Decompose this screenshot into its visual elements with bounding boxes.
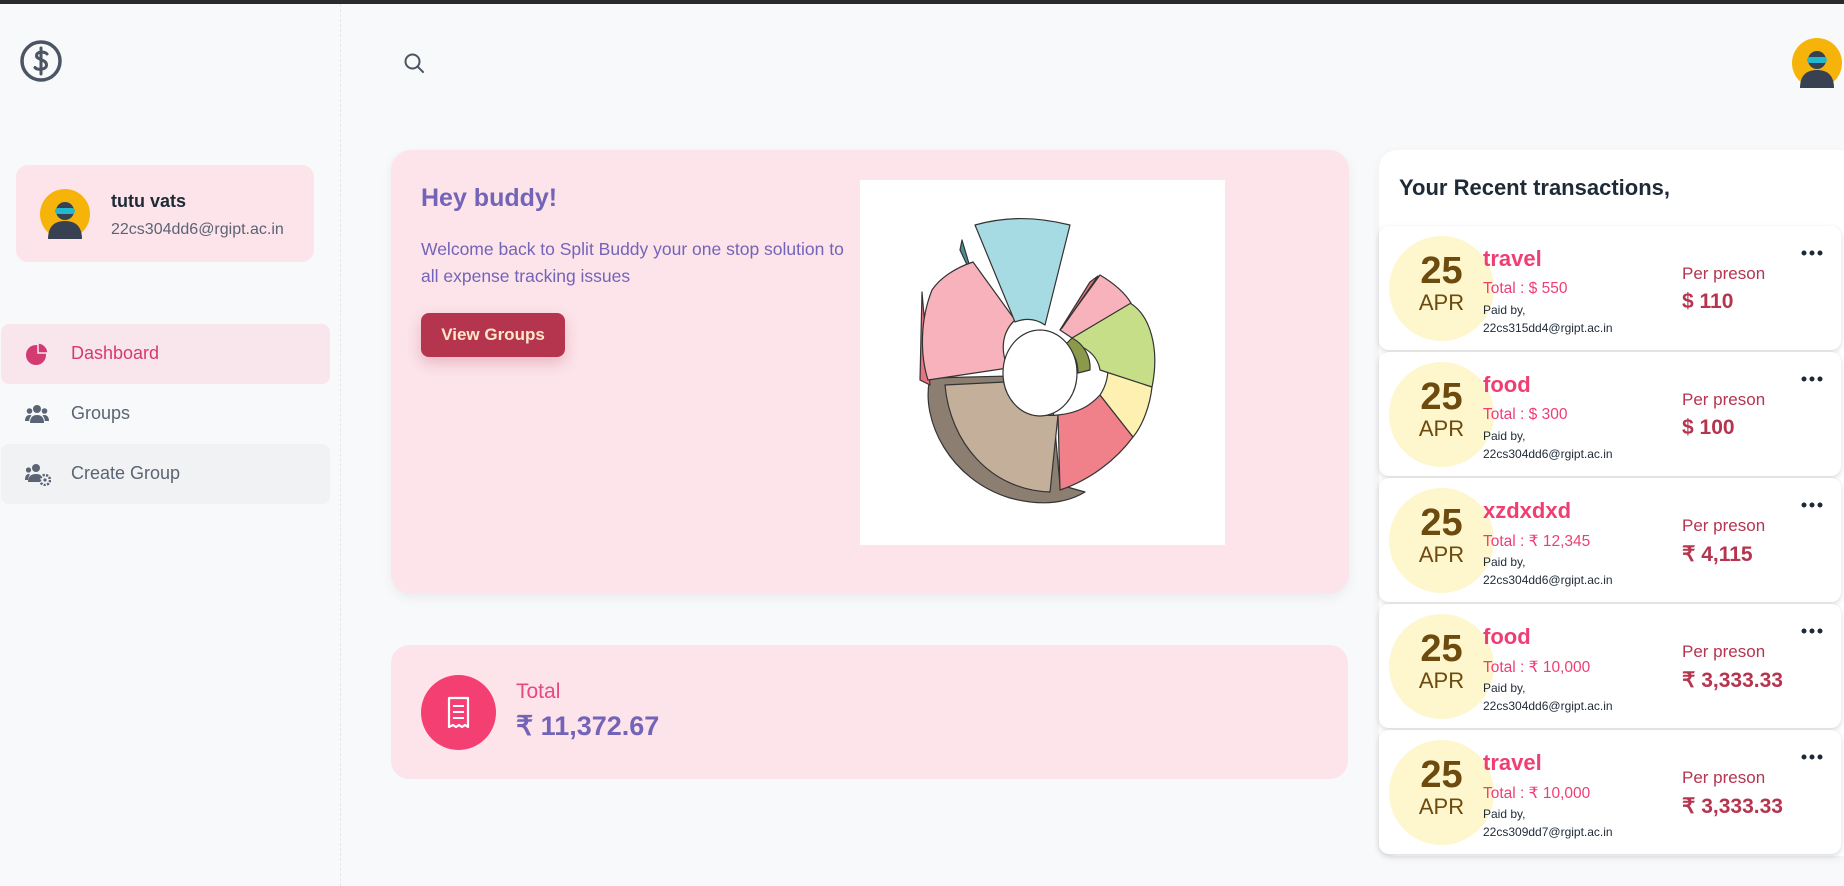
dollar-logo-icon[interactable] [20, 40, 62, 82]
user-profile-card[interactable]: tutu vats 22cs304dd6@rgipt.ac.in [16, 165, 314, 262]
transaction-card[interactable]: 25 APR food Total : $ 300 Paid by, 22cs3… [1379, 352, 1841, 476]
transaction-card[interactable]: 25 APR travel Total : ₹ 10,000 Paid by, … [1379, 730, 1841, 854]
welcome-message: Welcome back to Split Buddy your one sto… [421, 239, 844, 286]
sidebar-item-dashboard[interactable]: Dashboard [1, 324, 330, 384]
user-email: 22cs304dd6@rgipt.ac.in [111, 221, 284, 238]
transaction-category: travel [1483, 246, 1542, 271]
per-person-value: ₹ 4,115 [1682, 543, 1753, 566]
date-day: 25 [1420, 628, 1463, 670]
date-day: 25 [1420, 754, 1463, 796]
total-value: ₹ 11,372.67 [516, 711, 660, 741]
transaction-category: travel [1483, 750, 1542, 775]
transaction-category: food [1483, 372, 1531, 397]
date-badge: 25 APR [1389, 740, 1494, 845]
more-options-icon[interactable] [1801, 748, 1823, 760]
per-person-value: ₹ 3,333.33 [1682, 795, 1783, 818]
transaction-card[interactable]: 25 APR xzdxdxd Total : ₹ 12,345 Paid by,… [1379, 478, 1841, 602]
more-options-icon[interactable] [1801, 370, 1823, 382]
date-month: APR [1418, 290, 1465, 315]
per-person-label: Per preson [1682, 264, 1766, 283]
payer-email: 22cs304dd6@rgipt.ac.in [1483, 447, 1613, 461]
more-options-icon[interactable] [1801, 622, 1823, 634]
transaction-card[interactable]: 25 APR food Total : ₹ 10,000 Paid by, 22… [1379, 604, 1841, 728]
transaction-category: food [1483, 624, 1531, 649]
pie-chart-icon [25, 342, 49, 366]
payer-email: 22cs304dd6@rgipt.ac.in [1483, 699, 1613, 713]
per-person-value: $ 110 [1682, 290, 1734, 313]
transaction-total: Total : ₹ 10,000 [1483, 659, 1591, 676]
per-person-value: ₹ 3,333.33 [1682, 669, 1783, 692]
payer-email: 22cs315dd4@rgipt.ac.in [1483, 321, 1613, 335]
avatar [40, 189, 90, 239]
date-month: APR [1418, 416, 1465, 441]
paid-by-label: Paid by, [1483, 681, 1526, 695]
transaction-total: Total : $ 300 [1483, 406, 1568, 423]
per-person-label: Per preson [1682, 642, 1766, 661]
receipt-icon [421, 675, 496, 750]
date-badge: 25 APR [1389, 362, 1494, 467]
sidebar: tutu vats 22cs304dd6@rgipt.ac.in Dashboa… [0, 4, 341, 886]
avatar[interactable] [1792, 38, 1842, 88]
date-badge: 25 APR [1389, 614, 1494, 719]
date-day: 25 [1420, 502, 1463, 544]
users-icon [25, 402, 49, 426]
more-options-icon[interactable] [1801, 496, 1823, 508]
users-cog-icon [25, 462, 52, 487]
donut-illustration [860, 180, 1225, 545]
per-person-label: Per preson [1682, 516, 1766, 535]
sidebar-item-label: Groups [71, 403, 131, 423]
search-icon[interactable] [403, 52, 425, 74]
paid-by-label: Paid by, [1483, 807, 1526, 821]
transaction-total: Total : ₹ 12,345 [1483, 533, 1591, 550]
date-month: APR [1418, 542, 1465, 567]
transaction-category: xzdxdxd [1483, 498, 1572, 523]
sidebar-item-groups[interactable]: Groups [1, 384, 330, 444]
date-day: 25 [1420, 250, 1463, 292]
payer-email: 22cs304dd6@rgipt.ac.in [1483, 573, 1613, 587]
date-badge: 25 APR [1389, 236, 1494, 341]
view-groups-button[interactable]: View Groups [421, 313, 565, 357]
total-label: Total [516, 680, 561, 703]
paid-by-label: Paid by, [1483, 303, 1526, 317]
transaction-total: Total : ₹ 10,000 [1483, 785, 1591, 802]
sidebar-item-label: Create Group [71, 463, 181, 483]
date-day: 25 [1420, 376, 1463, 418]
total-card: Total ₹ 11,372.67 [391, 645, 1348, 779]
date-month: APR [1418, 794, 1465, 819]
date-month: APR [1418, 668, 1465, 693]
per-person-label: Per preson [1682, 768, 1766, 787]
sidebar-item-create-group[interactable]: Create Group [1, 444, 330, 504]
per-person-label: Per preson [1682, 390, 1766, 409]
user-name: tutu vats [111, 191, 187, 211]
welcome-title: Hey buddy! [421, 184, 558, 212]
paid-by-label: Paid by, [1483, 429, 1526, 443]
date-badge: 25 APR [1389, 488, 1494, 593]
welcome-card: Hey buddy! Welcome back to Split Buddy y… [391, 150, 1349, 594]
per-person-value: $ 100 [1682, 416, 1735, 439]
more-options-icon[interactable] [1801, 244, 1823, 256]
transactions-title: Your Recent transactions, [1399, 175, 1670, 200]
transaction-total: Total : $ 550 [1483, 280, 1568, 297]
sidebar-item-label: Dashboard [71, 343, 160, 363]
payer-email: 22cs309dd7@rgipt.ac.in [1483, 825, 1613, 839]
paid-by-label: Paid by, [1483, 555, 1526, 569]
transaction-card[interactable]: 25 APR travel Total : $ 550 Paid by, 22c… [1379, 226, 1841, 350]
